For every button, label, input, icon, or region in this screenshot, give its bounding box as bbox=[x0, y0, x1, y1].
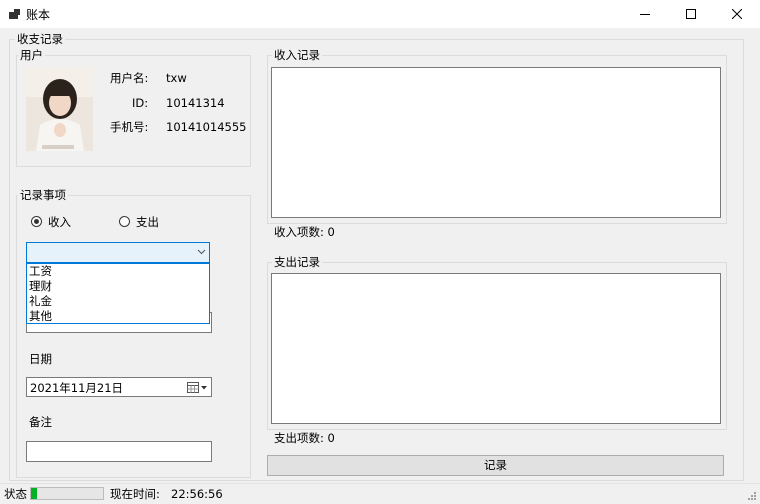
status-label: 状态 bbox=[4, 487, 27, 501]
status-progress-bar bbox=[30, 487, 104, 500]
income-records-group-label: 收入记录 bbox=[272, 48, 322, 62]
expense-count-label: 支出项数: 0 bbox=[274, 431, 335, 445]
income-radio-label[interactable]: 收入 bbox=[48, 215, 71, 229]
category-option-finance[interactable]: 理财 bbox=[29, 279, 52, 294]
date-picker[interactable]: 2021年11月21日 bbox=[26, 377, 212, 397]
id-value: 10141314 bbox=[166, 96, 225, 110]
record-button[interactable]: 记录 bbox=[267, 455, 724, 476]
phone-label: 手机号: bbox=[110, 120, 149, 134]
avatar bbox=[26, 67, 93, 151]
income-radio[interactable] bbox=[31, 216, 42, 227]
phone-value: 10141014555 bbox=[166, 120, 247, 134]
title-bar: 账本 bbox=[0, 0, 760, 28]
income-records-list[interactable] bbox=[271, 67, 721, 218]
date-label: 日期 bbox=[29, 352, 52, 366]
maximize-button[interactable] bbox=[668, 0, 714, 28]
status-progress-fill bbox=[31, 488, 37, 499]
user-group-label: 用户 bbox=[18, 48, 45, 62]
maximize-icon bbox=[686, 9, 696, 19]
expense-radio-label[interactable]: 支出 bbox=[136, 215, 159, 229]
time-value: 22:56:56 bbox=[171, 487, 223, 501]
id-label: ID: bbox=[132, 96, 149, 110]
note-input[interactable] bbox=[26, 441, 212, 462]
minimize-button[interactable] bbox=[622, 0, 668, 28]
category-option-salary[interactable]: 工资 bbox=[29, 264, 52, 279]
calendar-dropdown-icon[interactable] bbox=[187, 381, 209, 394]
record-item-group bbox=[16, 195, 251, 478]
income-count-label: 收入项数: 0 bbox=[274, 225, 335, 239]
app-icon bbox=[9, 9, 20, 19]
record-item-group-label: 记录事项 bbox=[18, 188, 68, 202]
expense-radio[interactable] bbox=[119, 216, 130, 227]
date-picker-value: 2021年11月21日 bbox=[30, 381, 124, 395]
username-label: 用户名: bbox=[110, 71, 149, 85]
main-group-label: 收支记录 bbox=[15, 32, 65, 46]
close-button[interactable] bbox=[714, 0, 760, 28]
close-icon bbox=[732, 9, 742, 19]
status-bar: 状态 现在时间: 22:56:56 bbox=[0, 483, 760, 504]
avatar-image bbox=[26, 67, 93, 151]
expense-records-group-label: 支出记录 bbox=[272, 255, 322, 269]
minimize-icon bbox=[640, 14, 650, 15]
resize-grip-icon[interactable] bbox=[746, 490, 757, 501]
chevron-down-icon bbox=[197, 249, 206, 255]
category-dropdown-list: 工资 理财 礼金 其他 bbox=[26, 263, 210, 324]
expense-records-list[interactable] bbox=[271, 273, 721, 424]
category-option-other[interactable]: 其他 bbox=[29, 309, 52, 324]
category-combobox[interactable] bbox=[26, 242, 210, 263]
category-option-gift-money[interactable]: 礼金 bbox=[29, 294, 52, 309]
time-label: 现在时间: bbox=[110, 487, 160, 501]
record-button-label: 记录 bbox=[484, 458, 507, 472]
username-value: txw bbox=[166, 71, 187, 85]
note-label: 备注 bbox=[29, 415, 52, 429]
window-title: 账本 bbox=[26, 8, 51, 22]
